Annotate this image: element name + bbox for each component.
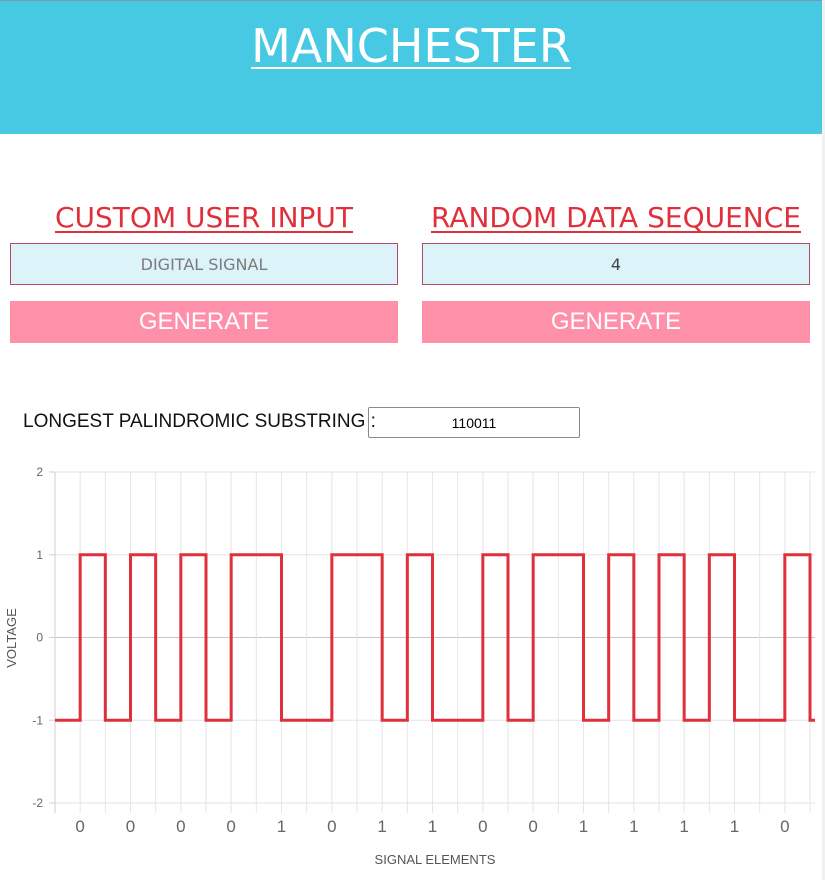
digital-signal-input[interactable]: DIGITAL SIGNAL (10, 243, 398, 285)
x-tick-label: 0 (226, 817, 235, 836)
x-tick-label: 0 (176, 817, 185, 836)
random-length-input[interactable]: 4 (422, 243, 810, 285)
generate-random-button[interactable]: GENERATE (422, 301, 810, 343)
y-tick-label: 0 (36, 631, 43, 645)
x-tick-label: 1 (277, 817, 286, 836)
random-sequence-heading: RANDOM DATA SEQUENCE (431, 201, 801, 234)
x-tick-label: 1 (629, 817, 638, 836)
palindrome-label: LONGEST PALINDROMIC SUBSTRING : (23, 411, 376, 432)
x-tick-label: 0 (327, 817, 336, 836)
x-tick-label: 0 (478, 817, 487, 836)
generate-custom-button[interactable]: GENERATE (10, 301, 398, 343)
x-tick-label: 0 (780, 817, 789, 836)
page-title: MANCHESTER (251, 19, 571, 73)
x-axis-label: SIGNAL ELEMENTS (375, 852, 496, 867)
y-tick-label: -1 (32, 713, 43, 727)
y-axis-ticks: 2 1 0 -1 -2 (32, 465, 43, 810)
custom-input-heading: CUSTOM USER INPUT (54, 201, 354, 234)
y-tick-label: 2 (36, 465, 43, 479)
y-axis-label: VOLTAGE (4, 608, 19, 668)
manchester-chart: 210-1-2 000010110011110 SIGNAL ELEMENTS … (4, 465, 815, 867)
y-tick-label: -2 (32, 796, 43, 810)
header-banner: MANCHESTER (0, 0, 822, 134)
x-axis-ticks: 0 0 0 0 1 0 1 1 0 0 1 1 1 1 0 (75, 817, 789, 836)
x-tick-label: 0 (528, 817, 537, 836)
y-tick-label: 1 (36, 548, 43, 562)
x-tick-label: 0 (75, 817, 84, 836)
x-tick-label: 1 (679, 817, 688, 836)
x-tick-label: 1 (579, 817, 588, 836)
x-tick-label: 1 (428, 817, 437, 836)
x-tick-label: 1 (730, 817, 739, 836)
x-tick-label: 0 (126, 817, 135, 836)
palindrome-output: 110011 (368, 407, 580, 438)
x-tick-label: 1 (377, 817, 386, 836)
